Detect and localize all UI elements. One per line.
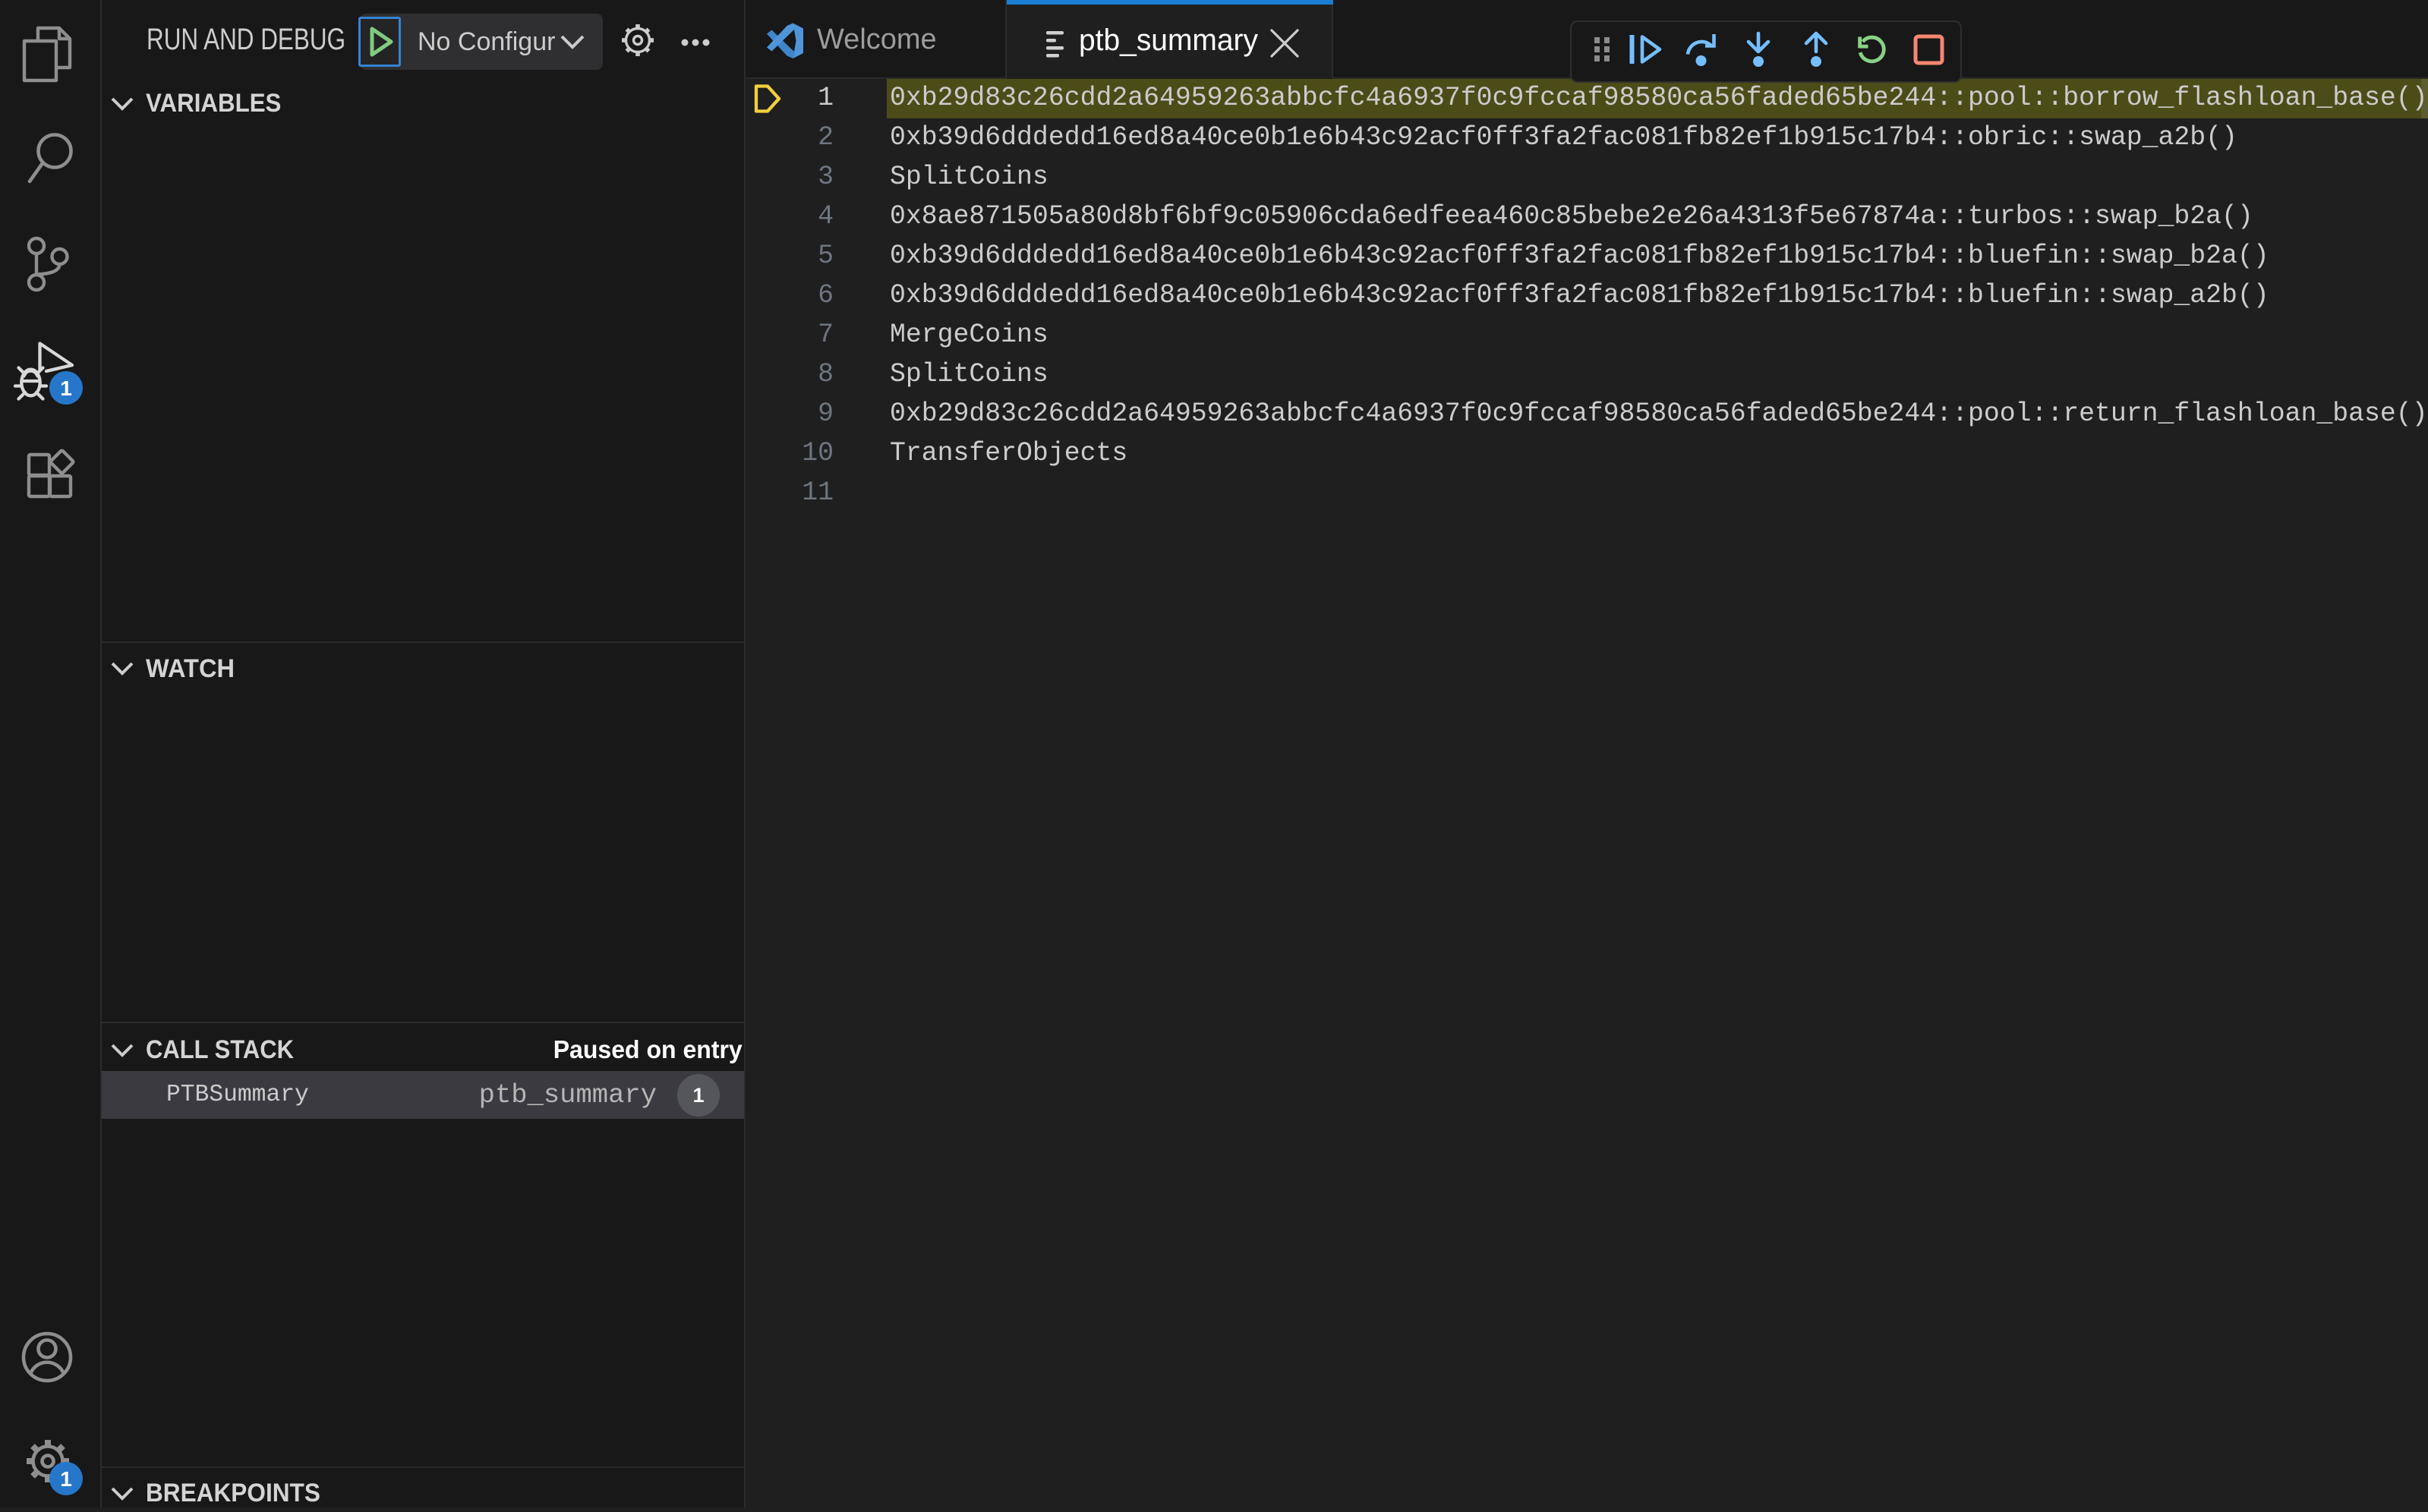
svg-text:1: 1 [60, 376, 72, 400]
svg-text:1: 1 [60, 1467, 72, 1491]
